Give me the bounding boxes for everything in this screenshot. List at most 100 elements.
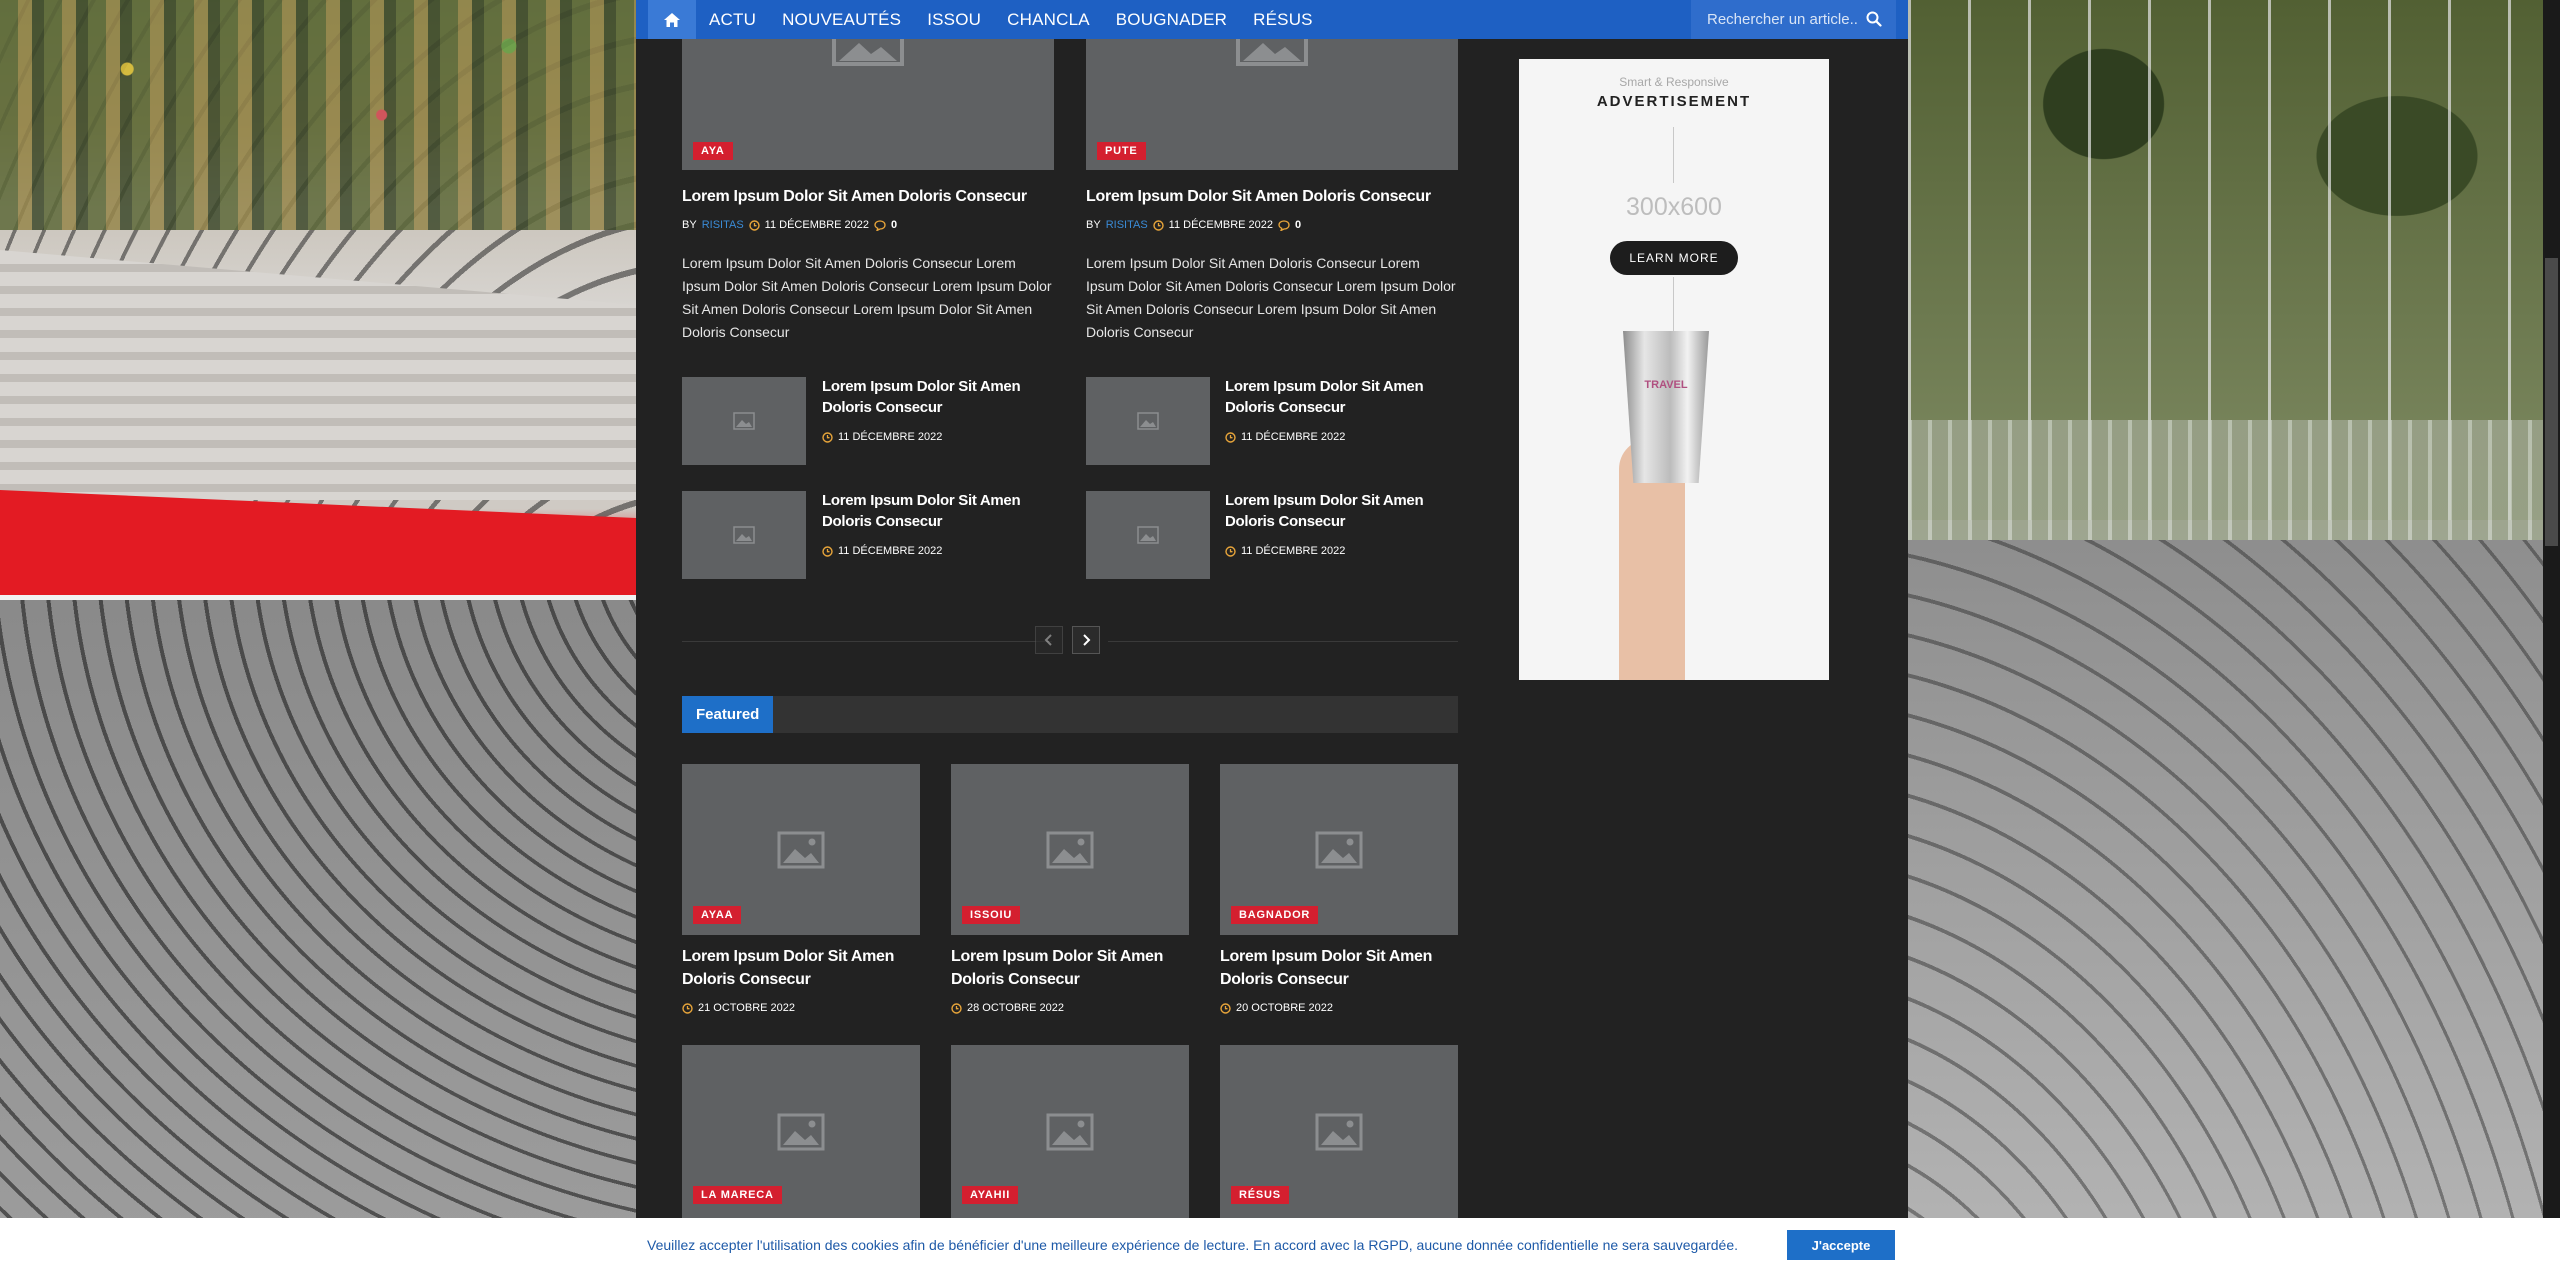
background-barrier [0, 250, 636, 500]
category-badge[interactable]: AYAHII [962, 1186, 1019, 1204]
ad-divider-line [1673, 277, 1674, 335]
article-excerpt: Lorem Ipsum Dolor Sit Amen Doloris Conse… [682, 255, 1052, 340]
byline-label: BY [682, 219, 697, 231]
article-date: 11 DÉCEMBRE 2022 [764, 219, 870, 231]
small-article-meta: 11 DÉCEMBRE 2022 [1225, 431, 1345, 443]
chevron-left-icon [1044, 634, 1052, 646]
search-box [1691, 0, 1896, 39]
image-placeholder-icon [733, 412, 755, 430]
article-date: 28 OCTOBRE 2022 [967, 1002, 1065, 1014]
nav-item-resus[interactable]: RÉSUS [1240, 0, 1326, 39]
author-link[interactable]: RISITAS [702, 219, 744, 231]
nav-item-actu[interactable]: ACTU [696, 0, 769, 39]
featured-label[interactable]: Featured [682, 696, 774, 733]
nav-item-bougnader[interactable]: BOUGNADER [1103, 0, 1240, 39]
article-image[interactable]: AYA [682, 39, 1054, 170]
page-scrollbar[interactable] [2543, 0, 2560, 1272]
clock-icon [682, 1002, 693, 1014]
featured-title[interactable]: Lorem Ipsum Dolor Sit Amen Doloris Conse… [1220, 945, 1458, 991]
category-badge[interactable]: ISSOIU [962, 906, 1021, 924]
learn-more-button[interactable]: LEARN MORE [1610, 241, 1738, 275]
image-placeholder-icon [1315, 831, 1363, 868]
search-icon[interactable] [1866, 11, 1882, 27]
scrollbar-thumb[interactable] [2545, 258, 2558, 546]
featured-image[interactable]: AYAA [682, 764, 920, 935]
pager-divider [1108, 641, 1458, 642]
article-meta: BY RISITAS 11 DÉCEMBRE 2022 0 [682, 219, 897, 231]
article-date: 20 OCTOBRE 2022 [1236, 1002, 1334, 1014]
category-badge[interactable]: RÉSUS [1231, 1186, 1289, 1204]
category-badge[interactable]: AYA [693, 142, 733, 160]
nav-home-button[interactable] [648, 0, 696, 39]
featured-image[interactable]: ISSOIU [951, 764, 1189, 935]
small-article-title[interactable]: Lorem Ipsum Dolor Sit Amen Doloris Conse… [822, 376, 1042, 418]
search-input[interactable] [1705, 10, 1859, 29]
small-article-image[interactable] [1086, 491, 1210, 579]
comment-count[interactable]: 0 [1295, 219, 1301, 231]
small-article-image[interactable] [1086, 377, 1210, 465]
image-placeholder-icon [1046, 831, 1094, 868]
background-road [1908, 540, 2560, 1272]
background-fence [1908, 420, 2560, 550]
featured-image[interactable]: RÉSUS [1220, 1045, 1458, 1218]
ad-cup-image [1623, 331, 1709, 483]
nav-item-issou[interactable]: ISSOU [914, 0, 994, 39]
image-placeholder-icon [1137, 412, 1159, 430]
image-placeholder-icon [1137, 526, 1159, 544]
image-placeholder-icon [832, 39, 904, 66]
small-article-title[interactable]: Lorem Ipsum Dolor Sit Amen Doloris Conse… [1225, 376, 1445, 418]
clock-icon [748, 219, 760, 231]
clock-icon [951, 1002, 962, 1014]
comment-icon[interactable] [874, 219, 886, 231]
article-title[interactable]: Lorem Ipsum Dolor Sit Amen Doloris Conse… [682, 188, 1054, 206]
background-left [0, 0, 636, 1272]
image-placeholder-icon [733, 526, 755, 544]
article-date: 11 DÉCEMBRE 2022 [838, 545, 943, 557]
image-placeholder-icon [1046, 1113, 1094, 1150]
clock-icon [1225, 545, 1236, 557]
featured-title[interactable]: Lorem Ipsum Dolor Sit Amen Doloris Conse… [682, 945, 920, 991]
small-article-meta: 11 DÉCEMBRE 2022 [1225, 545, 1345, 557]
author-link[interactable]: RISITAS [1106, 219, 1148, 231]
category-badge[interactable]: BAGNADOR [1231, 906, 1319, 924]
category-badge[interactable]: PUTE [1097, 142, 1146, 160]
article-image[interactable]: PUTE [1086, 39, 1458, 170]
background-asphalt [0, 600, 636, 1272]
nav-item-chancla[interactable]: CHANCLA [994, 0, 1103, 39]
featured-image[interactable]: BAGNADOR [1220, 764, 1458, 935]
nav-item-nouveautes[interactable]: NOUVEAUTÉS [769, 0, 914, 39]
small-article-title[interactable]: Lorem Ipsum Dolor Sit Amen Doloris Conse… [1225, 490, 1445, 532]
featured-meta: 28 OCTOBRE 2022 [951, 1002, 1064, 1014]
small-article-meta: 11 DÉCEMBRE 2022 [822, 431, 942, 443]
cookie-consent-bar: Veuillez accepter l'utilisation des cook… [0, 1218, 2560, 1272]
category-badge[interactable]: AYAA [693, 906, 742, 924]
home-icon [664, 12, 680, 27]
byline-label: BY [1086, 219, 1101, 231]
clock-icon [1152, 219, 1164, 231]
comment-icon[interactable] [1278, 219, 1290, 231]
featured-image[interactable]: LA MARECA [682, 1045, 920, 1218]
featured-section-header: Featured [682, 696, 1458, 733]
image-placeholder-icon [1315, 1113, 1363, 1150]
ad-divider-line [1673, 127, 1674, 183]
prev-page-button[interactable] [1035, 626, 1063, 654]
small-article-image[interactable] [682, 377, 806, 465]
comment-count[interactable]: 0 [891, 219, 897, 231]
background-crowd [0, 0, 636, 230]
sidebar-advertisement[interactable]: Smart & Responsive ADVERTISEMENT 300x600… [1519, 59, 1829, 680]
article-title[interactable]: Lorem Ipsum Dolor Sit Amen Doloris Conse… [1086, 188, 1458, 206]
cookie-message: Veuillez accepter l'utilisation des cook… [647, 1237, 1739, 1253]
featured-title[interactable]: Lorem Ipsum Dolor Sit Amen Doloris Conse… [951, 945, 1189, 991]
featured-meta: 20 OCTOBRE 2022 [1220, 1002, 1333, 1014]
small-article-meta: 11 DÉCEMBRE 2022 [822, 545, 942, 557]
ad-title: ADVERTISEMENT [1596, 93, 1752, 110]
next-page-button[interactable] [1072, 626, 1100, 654]
small-article-image[interactable] [682, 491, 806, 579]
article-date: 11 DÉCEMBRE 2022 [838, 431, 943, 443]
image-placeholder-icon [777, 1113, 825, 1150]
category-badge[interactable]: LA MARECA [693, 1186, 782, 1204]
small-article-title[interactable]: Lorem Ipsum Dolor Sit Amen Doloris Conse… [822, 490, 1042, 532]
ad-cup-text: TRAVEL [1644, 379, 1688, 391]
accept-cookies-button[interactable]: J'accepte [1787, 1230, 1895, 1260]
featured-image[interactable]: AYAHII [951, 1045, 1189, 1218]
